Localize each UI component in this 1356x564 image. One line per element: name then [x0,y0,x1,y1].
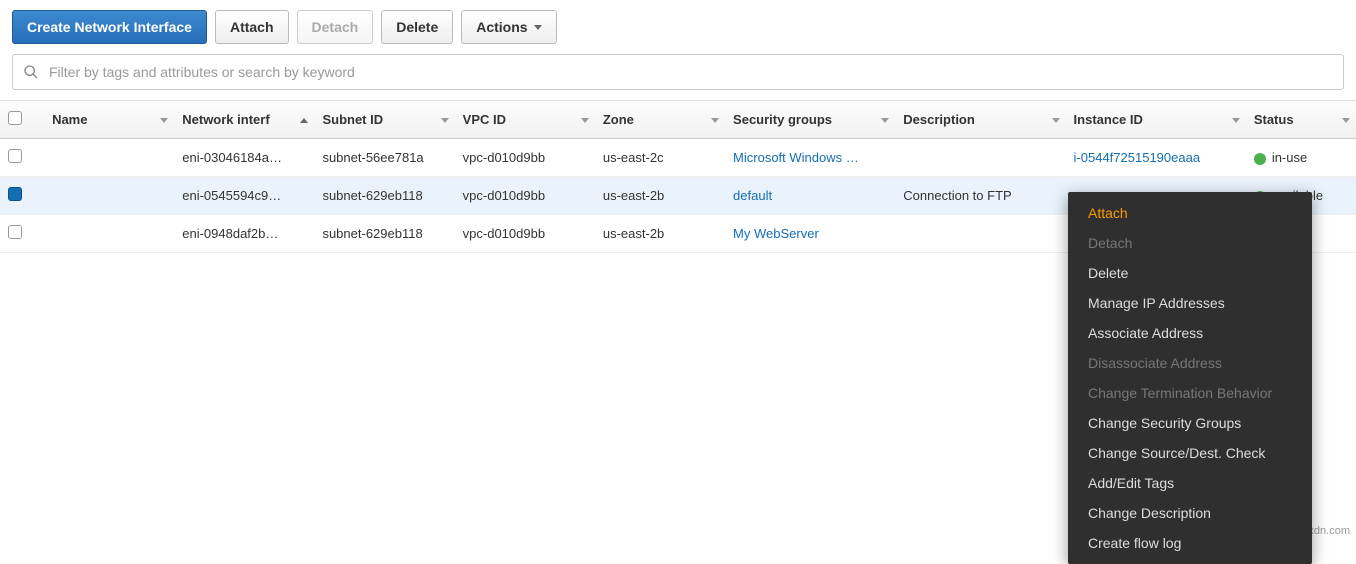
menu-item-change-source-dest-check[interactable]: Change Source/Dest. Check [1068,438,1312,468]
cell-zone: us-east-2b [595,215,725,253]
col-status[interactable]: Status [1246,101,1356,139]
sort-icon [1232,118,1240,123]
create-network-interface-button[interactable]: Create Network Interface [12,10,207,44]
cell-description [895,215,1065,253]
toolbar: Create Network Interface Attach Detach D… [0,0,1356,54]
cell-subnet-id: subnet-629eb118 [314,177,454,215]
col-instance-id[interactable]: Instance ID [1066,101,1246,139]
menu-item-add-edit-tags[interactable]: Add/Edit Tags [1068,468,1312,498]
sort-icon [160,118,168,123]
cell-network-interface: eni-03046184a… [174,139,314,177]
menu-item-delete[interactable]: Delete [1068,258,1312,288]
cell-subnet-id: subnet-56ee781a [314,139,454,177]
actions-label: Actions [476,19,527,35]
sort-icon [1342,118,1350,123]
search-icon [23,64,39,80]
cell-instance-id[interactable]: i-0544f72515190eaaa [1066,139,1246,177]
cell-security-groups-link[interactable]: My WebServer [733,226,819,241]
menu-item-manage-ip-addresses[interactable]: Manage IP Addresses [1068,288,1312,318]
table-row[interactable]: eni-03046184a…subnet-56ee781avpc-d010d9b… [0,139,1356,177]
col-security-groups[interactable]: Security groups [725,101,895,139]
status-text: in-use [1272,150,1307,165]
cell-security-groups[interactable]: Microsoft Windows … [725,139,895,177]
sort-icon [711,118,719,123]
cell-vpc-id: vpc-d010d9bb [455,215,595,253]
cell-security-groups[interactable]: My WebServer [725,215,895,253]
col-vpc-id[interactable]: VPC ID [455,101,595,139]
col-network-interface[interactable]: Network interf [174,101,314,139]
row-checkbox[interactable] [8,149,22,163]
attach-button[interactable]: Attach [215,10,289,44]
cell-zone: us-east-2c [595,139,725,177]
col-select-all[interactable] [0,101,44,139]
menu-item-associate-address[interactable]: Associate Address [1068,318,1312,348]
detach-button[interactable]: Detach [297,10,374,44]
cell-network-interface: eni-0948daf2b… [174,215,314,253]
cell-network-interface: eni-0545594c9… [174,177,314,215]
cell-vpc-id: vpc-d010d9bb [455,177,595,215]
cell-description: Connection to FTP [895,177,1065,215]
cell-name [44,177,174,215]
status-dot-icon [1254,153,1266,165]
cell-status: in-use [1246,139,1356,177]
row-checkbox[interactable] [8,225,22,239]
cell-name [44,215,174,253]
actions-context-menu[interactable]: AttachDetachDeleteManage IP AddressesAss… [1068,192,1312,564]
search-box[interactable] [12,54,1344,90]
menu-item-change-termination-behavior: Change Termination Behavior [1068,378,1312,408]
cell-instance-id-link[interactable]: i-0544f72515190eaaa [1074,150,1201,165]
cell-zone: us-east-2b [595,177,725,215]
col-zone[interactable]: Zone [595,101,725,139]
delete-button[interactable]: Delete [381,10,453,44]
cell-description [895,139,1065,177]
cell-security-groups[interactable]: default [725,177,895,215]
menu-item-attach[interactable]: Attach [1068,198,1312,228]
sort-icon [1052,118,1060,123]
sort-icon [881,118,889,123]
menu-item-create-flow-log[interactable]: Create flow log [1068,528,1312,558]
menu-item-disassociate-address: Disassociate Address [1068,348,1312,378]
sort-asc-icon [300,118,308,123]
sort-icon [441,118,449,123]
cell-security-groups-link[interactable]: default [733,188,772,203]
search-input[interactable] [47,63,1333,81]
menu-item-detach: Detach [1068,228,1312,258]
cell-subnet-id: subnet-629eb118 [314,215,454,253]
row-checkbox[interactable] [8,187,22,201]
chevron-down-icon [534,25,542,30]
actions-dropdown-button[interactable]: Actions [461,10,556,44]
col-subnet-id[interactable]: Subnet ID [314,101,454,139]
col-description[interactable]: Description [895,101,1065,139]
col-name[interactable]: Name [44,101,174,139]
cell-name [44,139,174,177]
search-wrap [0,54,1356,100]
cell-vpc-id: vpc-d010d9bb [455,139,595,177]
menu-item-change-description[interactable]: Change Description [1068,498,1312,528]
menu-item-change-security-groups[interactable]: Change Security Groups [1068,408,1312,438]
select-all-checkbox[interactable] [8,111,22,125]
sort-icon [581,118,589,123]
table-header-row: Name Network interf Subnet ID VPC ID Zon… [0,101,1356,139]
cell-security-groups-link[interactable]: Microsoft Windows … [733,150,859,165]
